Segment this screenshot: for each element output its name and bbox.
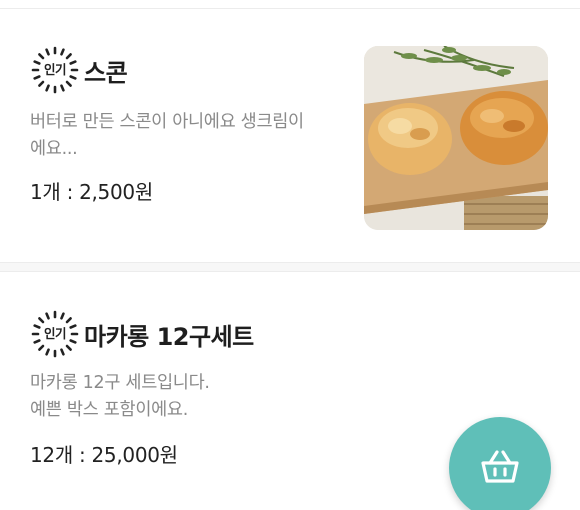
scone-photo[interactable] <box>364 46 548 230</box>
description-line: 예쁜 박스 포함이에요. <box>30 400 188 420</box>
item-price: 12개 : 25,000원 <box>30 443 178 467</box>
item-description: 마카롱 12구 세트입니다. 예쁜 박스 포함이에요. <box>30 370 350 424</box>
menu-item-scone[interactable]: 인기 스콘 버터로 만든 스콘이 아니에요 생크림이 에요... 1개 : 2,… <box>0 9 580 262</box>
popular-badge: 인기 <box>30 45 80 95</box>
item-description: 버터로 만든 스콘이 아니에요 생크림이 에요... <box>30 109 350 163</box>
basket-icon <box>481 450 519 483</box>
description-line: 버터로 만든 스콘이 아니에요 생크림이 <box>30 112 304 132</box>
section-divider <box>0 0 580 9</box>
description-line: 에요... <box>30 139 78 159</box>
badge-label: 인기 <box>43 62 67 77</box>
popular-badge: 인기 <box>30 309 80 359</box>
item-title-row: 인기 마카롱 12구세트 <box>30 309 254 359</box>
cart-button[interactable] <box>449 417 551 510</box>
scone-image <box>364 46 548 230</box>
description-line: 마카롱 12구 세트입니다. <box>30 373 210 393</box>
item-price: 1개 : 2,500원 <box>30 180 153 204</box>
menu-screen: 인기 스콘 버터로 만든 스콘이 아니에요 생크림이 에요... 1개 : 2,… <box>0 0 580 510</box>
item-title: 스콘 <box>84 58 128 87</box>
item-title-row: 인기 스콘 <box>30 45 128 95</box>
badge-label: 인기 <box>43 326 67 341</box>
item-title: 마카롱 12구세트 <box>84 322 254 351</box>
